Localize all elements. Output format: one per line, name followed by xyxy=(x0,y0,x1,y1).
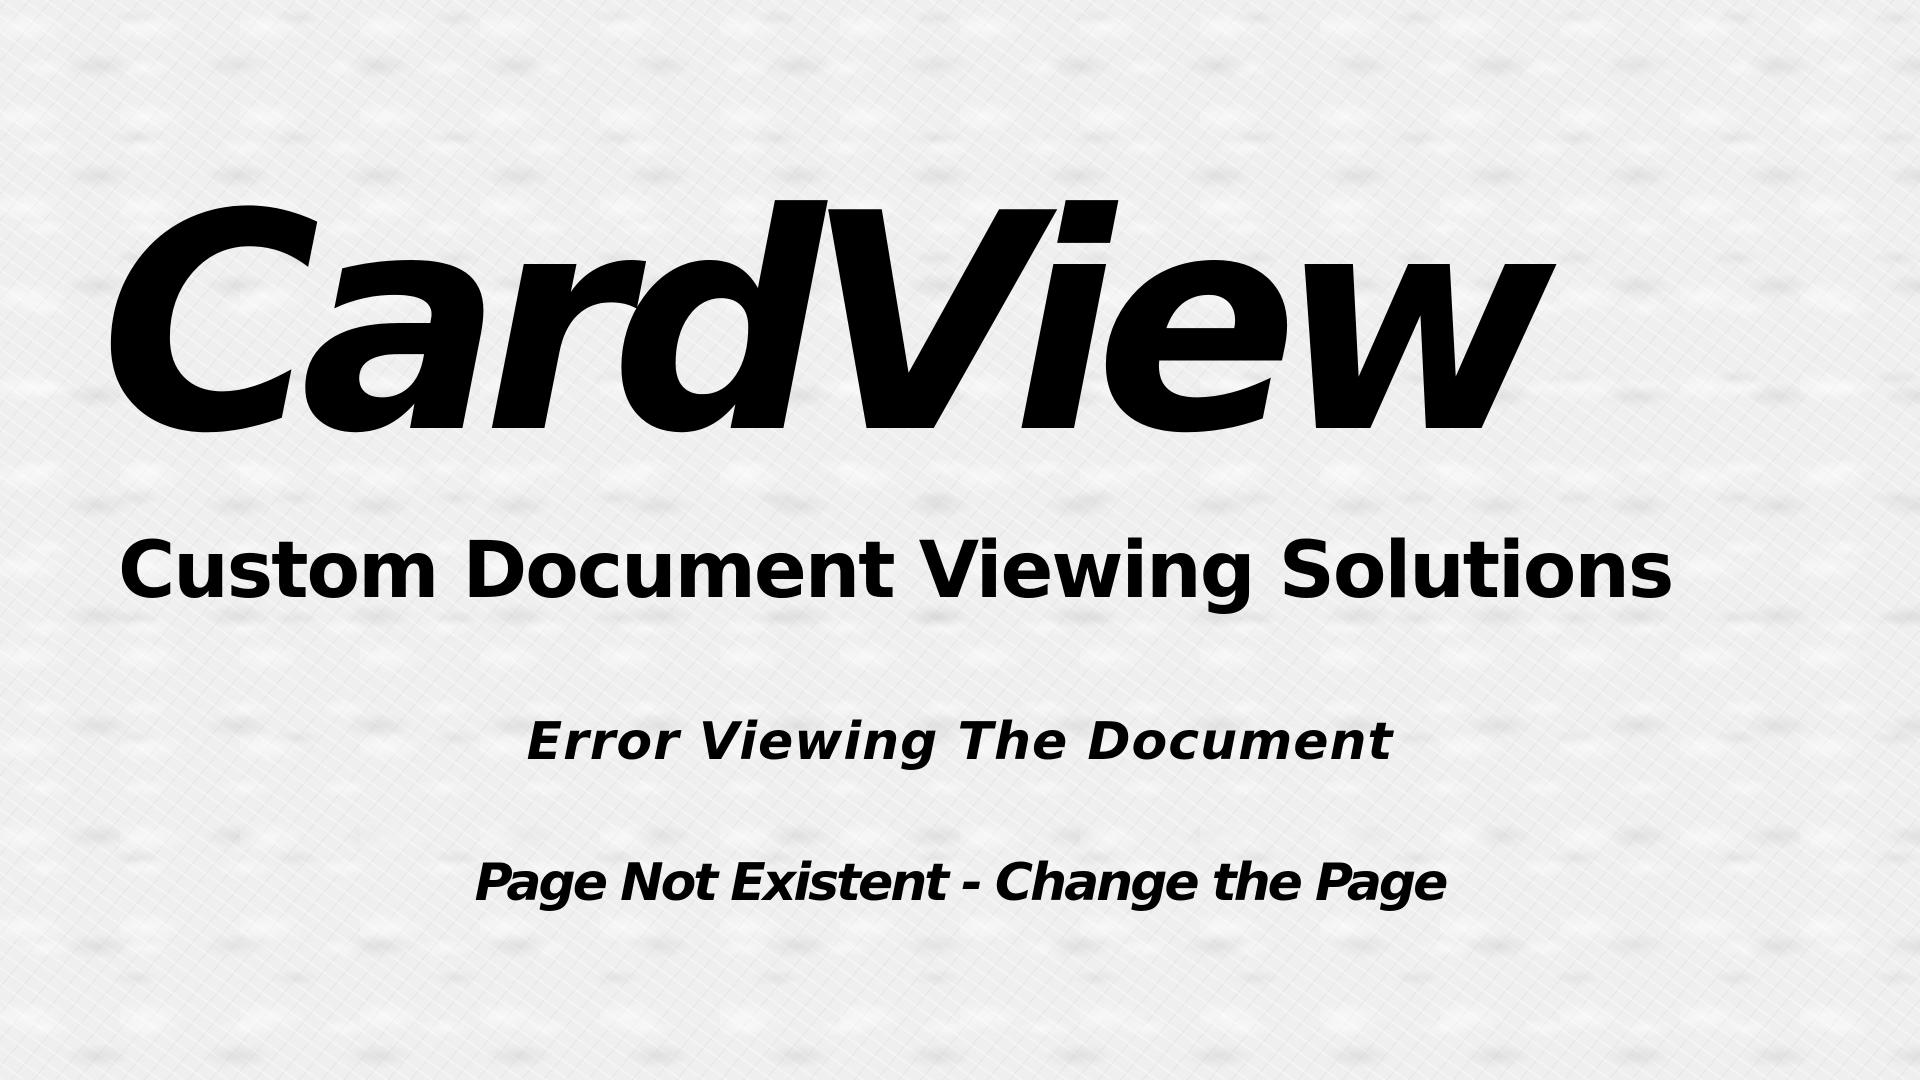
error-message: Page Not Existent - Change the Page xyxy=(474,853,1449,913)
error-title: Error Viewing The Document xyxy=(526,712,1394,772)
brand-logo: CardView xyxy=(100,150,1556,499)
brand-tagline: Custom Document Viewing Solutions xyxy=(118,526,1674,616)
